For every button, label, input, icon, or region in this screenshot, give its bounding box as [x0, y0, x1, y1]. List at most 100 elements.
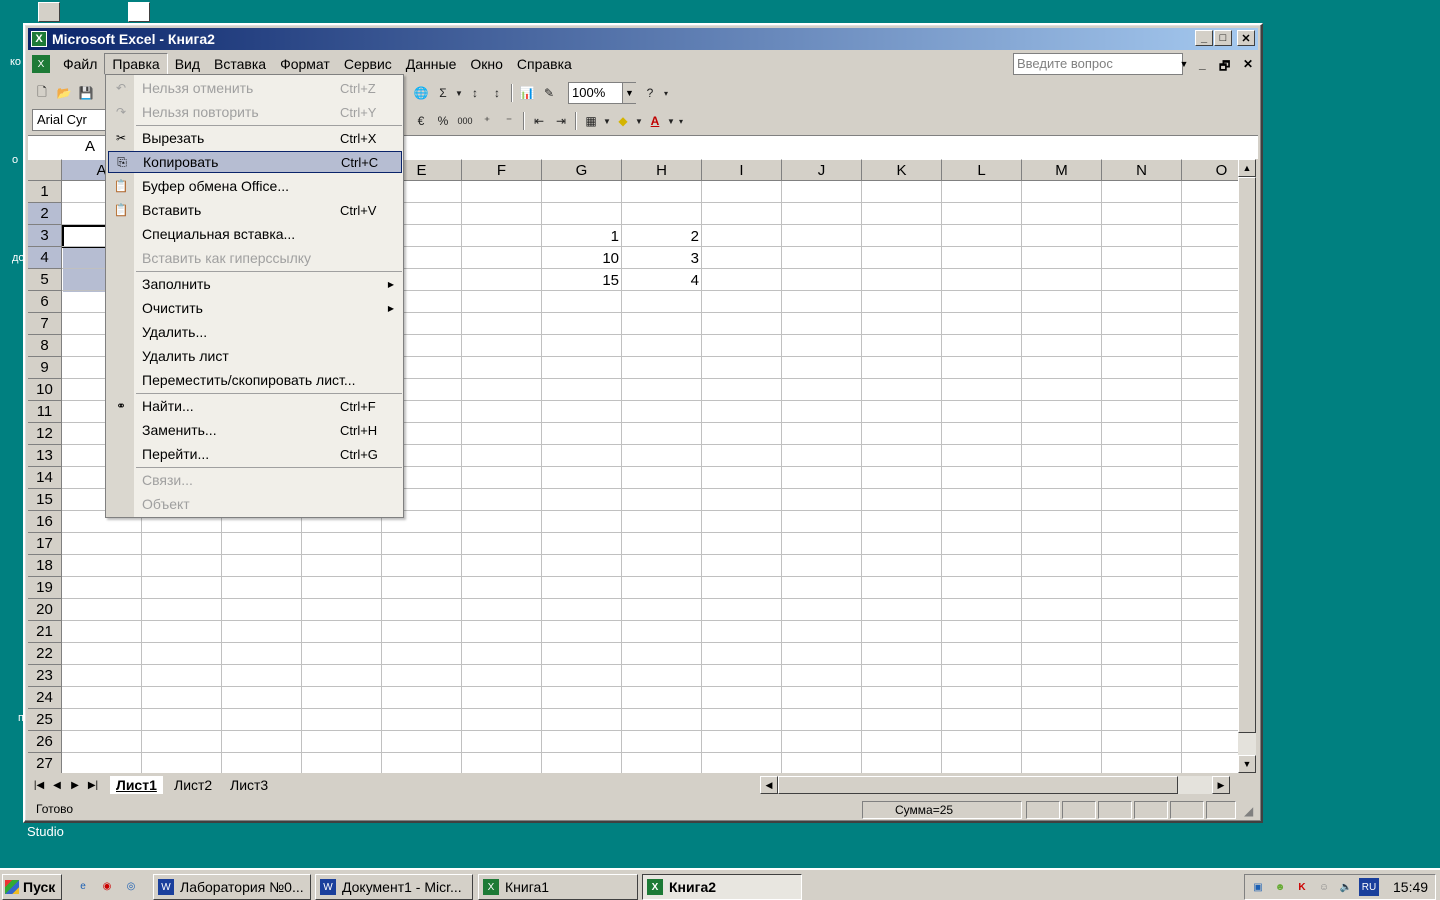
row-header-11[interactable]: 11 — [28, 401, 62, 423]
column-header-g[interactable]: G — [542, 159, 622, 181]
row-header-9[interactable]: 9 — [28, 357, 62, 379]
row-header-3[interactable]: 3 — [28, 225, 62, 247]
new-doc-icon[interactable]: 🗋 — [31, 82, 53, 104]
autosum-icon[interactable]: Σ — [432, 82, 454, 104]
open-folder-icon[interactable]: 📂 — [53, 82, 75, 104]
row-header-8[interactable]: 8 — [28, 335, 62, 357]
taskbar-word-doc1[interactable]: W Документ1 - Micr... — [315, 874, 473, 900]
row-header-21[interactable]: 21 — [28, 621, 62, 643]
row-header-7[interactable]: 7 — [28, 313, 62, 335]
help-icon[interactable]: ? — [639, 82, 661, 104]
close-button[interactable]: ✕ — [1237, 30, 1255, 46]
scroll-left-button[interactable]: ◀ — [760, 776, 778, 794]
sort-ascending-icon[interactable]: ↕ — [464, 82, 486, 104]
save-icon[interactable]: 💾 — [75, 82, 97, 104]
menu-edit[interactable]: Правка — [104, 53, 168, 75]
chevron-down-icon[interactable]: ▼ — [454, 82, 464, 104]
menu-data[interactable]: Данные — [399, 54, 464, 74]
cell-g3[interactable]: 10 — [542, 248, 622, 270]
row-header-19[interactable]: 19 — [28, 577, 62, 599]
row-header-16[interactable]: 16 — [28, 511, 62, 533]
sort-descending-icon[interactable]: ↕ — [486, 82, 508, 104]
row-header-15[interactable]: 15 — [28, 489, 62, 511]
menu-copy[interactable]: ⎘ Копировать Ctrl+C — [108, 151, 402, 173]
menu-delete[interactable]: Удалить... — [108, 321, 402, 343]
row-header-26[interactable]: 26 — [28, 731, 62, 753]
chart-wizard-icon[interactable]: 📊 — [516, 82, 538, 104]
row-header-6[interactable]: 6 — [28, 291, 62, 313]
clock[interactable]: 15:49 — [1393, 879, 1428, 895]
row-header-12[interactable]: 12 — [28, 423, 62, 445]
scroll-down-button[interactable]: ▼ — [1238, 755, 1256, 773]
taskbar-excel-book1[interactable]: X Книга1 — [478, 874, 638, 900]
increase-indent-icon[interactable]: ⇥ — [550, 110, 572, 132]
select-all-corner[interactable] — [28, 159, 62, 181]
row-header-5[interactable]: 5 — [28, 269, 62, 291]
taskbar-word-lab[interactable]: W Лаборатория №0... — [153, 874, 311, 900]
column-header-l[interactable]: L — [942, 159, 1022, 181]
menu-help[interactable]: Справка — [510, 54, 579, 74]
language-indicator[interactable]: RU — [1359, 878, 1379, 896]
menu-clear[interactable]: Очистить ▶ — [108, 297, 402, 319]
workbook-icon[interactable]: X — [32, 55, 50, 73]
sheet-tab-3[interactable]: Лист3 — [224, 776, 275, 794]
row-header-20[interactable]: 20 — [28, 599, 62, 621]
toolbar-options-icon[interactable]: ▾ — [676, 110, 686, 132]
row-header-1[interactable]: 1 — [28, 181, 62, 203]
menu-move-copy-sheet[interactable]: Переместить/скопировать лист... — [108, 369, 402, 391]
scroll-thumb[interactable] — [1238, 177, 1256, 733]
row-header-13[interactable]: 13 — [28, 445, 62, 467]
currency-icon[interactable]: € — [410, 110, 432, 132]
column-header-f[interactable]: F — [462, 159, 542, 181]
menu-view[interactable]: Вид — [168, 54, 207, 74]
desktop-icon[interactable] — [38, 2, 60, 22]
chevron-down-icon[interactable]: ▼ — [602, 110, 612, 132]
next-sheet-button[interactable]: ▶ — [66, 777, 84, 793]
agent-icon[interactable]: ☺ — [1315, 878, 1333, 896]
volume-icon[interactable]: 🔈 — [1337, 878, 1355, 896]
chevron-down-icon[interactable]: ▼ — [634, 110, 644, 132]
cell-h4[interactable]: 4 — [622, 270, 702, 292]
decrease-indent-icon[interactable]: ⇤ — [528, 110, 550, 132]
row-header-25[interactable]: 25 — [28, 709, 62, 731]
first-sheet-button[interactable]: |◀ — [30, 777, 48, 793]
cell-h3[interactable]: 3 — [622, 248, 702, 270]
menu-insert[interactable]: Вставка — [207, 54, 273, 74]
sheet-tab-2[interactable]: Лист2 — [168, 776, 219, 794]
percent-icon[interactable]: % — [432, 110, 454, 132]
row-header-17[interactable]: 17 — [28, 533, 62, 555]
doc-restore-button[interactable]: 🗗 — [1219, 57, 1230, 78]
chevron-down-icon[interactable]: ▼ — [1177, 54, 1191, 74]
row-header-23[interactable]: 23 — [28, 665, 62, 687]
menu-file[interactable]: Файл — [56, 54, 104, 74]
menu-fill[interactable]: Заполнить ▶ — [108, 273, 402, 295]
increase-decimal-icon[interactable]: ⁺ — [476, 110, 498, 132]
column-header-i[interactable]: I — [702, 159, 782, 181]
ask-question-input[interactable]: Введите вопрос — [1013, 53, 1183, 75]
row-header-2[interactable]: 2 — [28, 203, 62, 225]
excel-app-icon[interactable]: X — [31, 31, 47, 47]
font-name-select[interactable]: Arial Cyr — [32, 109, 110, 131]
ie-icon[interactable]: e — [74, 877, 92, 895]
browser-icon[interactable]: ◉ — [98, 877, 116, 895]
horizontal-scrollbar[interactable]: ◀ ▶ — [760, 776, 1230, 794]
menu-paste[interactable]: 📋 Вставить Ctrl+V — [108, 199, 402, 221]
chevron-down-icon[interactable]: ▼ — [622, 83, 636, 103]
prev-sheet-button[interactable]: ◀ — [48, 777, 66, 793]
word-desktop-icon[interactable] — [128, 2, 150, 22]
menu-office-clipboard[interactable]: 📋 Буфер обмена Office... — [108, 175, 402, 197]
menu-find[interactable]: ⚭ Найти... Ctrl+F — [108, 395, 402, 417]
row-header-27[interactable]: 27 — [28, 753, 62, 773]
taskbar-excel-book2[interactable]: X Книга2 — [642, 874, 802, 900]
sheet-tab-1[interactable]: Лист1 — [110, 776, 163, 794]
menu-goto[interactable]: Перейти... Ctrl+G — [108, 443, 402, 465]
thousands-icon[interactable]: 000 — [454, 110, 476, 132]
doc-minimize-button[interactable]: _ — [1199, 57, 1206, 71]
menu-window[interactable]: Окно — [463, 54, 510, 74]
menu-delete-sheet[interactable]: Удалить лист — [108, 345, 402, 367]
quick-launch-icon[interactable]: ◎ — [122, 877, 140, 895]
name-box[interactable]: A — [85, 138, 95, 155]
minimize-button[interactable]: _ — [1195, 30, 1213, 46]
row-header-18[interactable]: 18 — [28, 555, 62, 577]
column-header-m[interactable]: M — [1022, 159, 1102, 181]
